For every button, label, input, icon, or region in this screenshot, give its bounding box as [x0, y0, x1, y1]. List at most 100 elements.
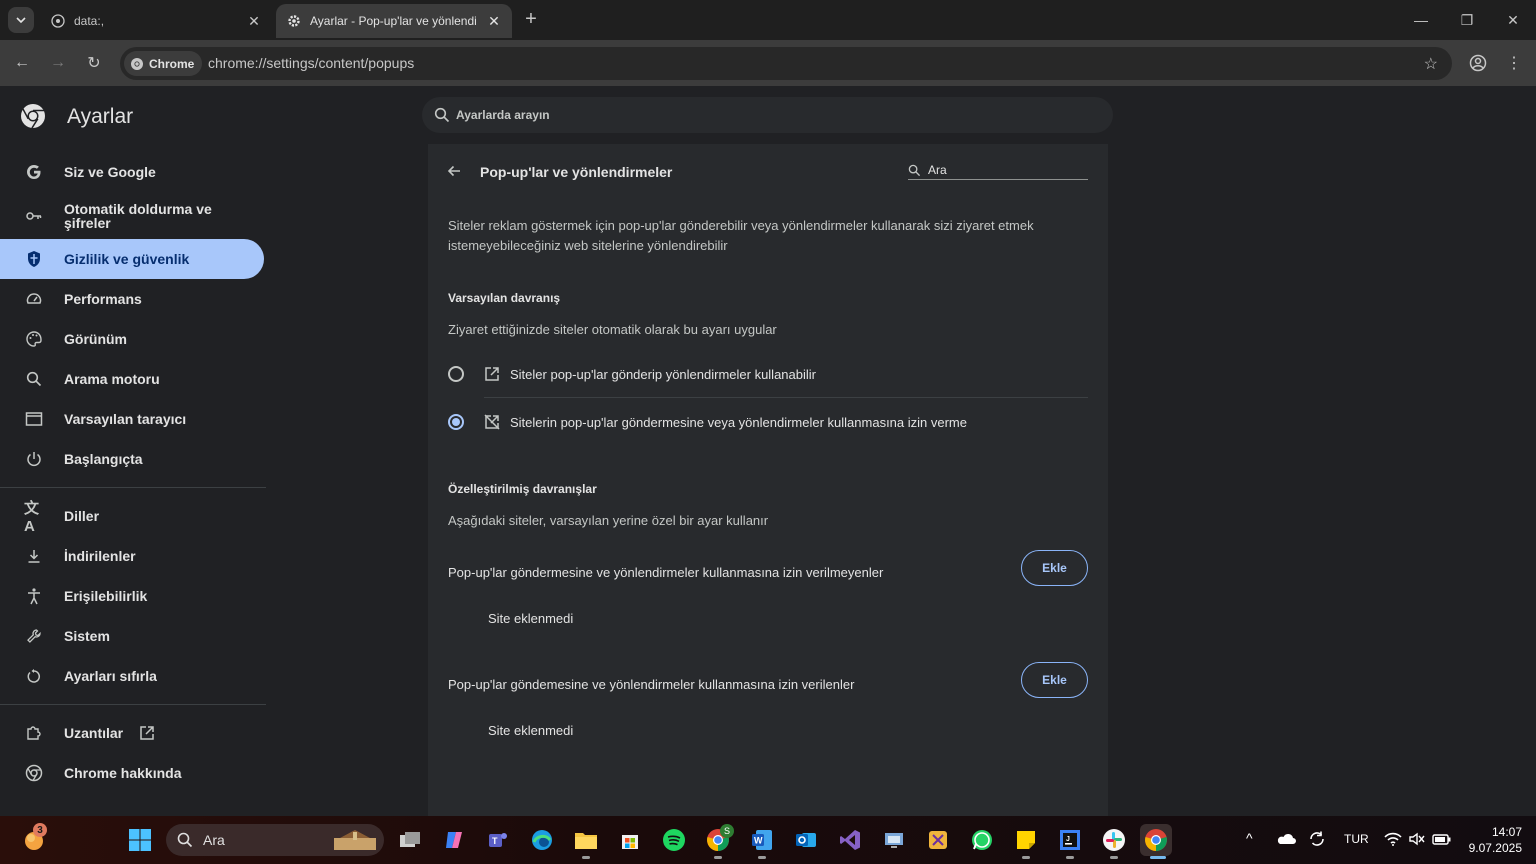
sync-icon[interactable] — [1308, 830, 1326, 853]
chevron-up-icon[interactable]: ^ — [1246, 830, 1253, 846]
sidebar-item-you-and-google[interactable]: Siz ve Google — [0, 152, 264, 192]
chrome-chip[interactable]: Chrome — [124, 51, 203, 76]
taskbar: 3 Ara T S W J ^ TUR 14:07 9.07.2025 — [0, 816, 1536, 864]
svg-text:W: W — [754, 836, 763, 846]
sidebar-item-languages[interactable]: 文A Diller — [0, 496, 264, 536]
battery-icon[interactable] — [1432, 831, 1452, 852]
subpage-search-input[interactable] — [928, 162, 1078, 178]
bookmark-star-icon[interactable]: ☆ — [1424, 54, 1438, 74]
start-windows-icon[interactable] — [124, 824, 156, 856]
sticky-notes-icon[interactable] — [1010, 824, 1042, 856]
file-explorer-icon[interactable] — [570, 824, 602, 856]
sidebar-item-label: Arama motoru — [64, 371, 160, 387]
tab-close-icon[interactable]: ✕ — [246, 13, 262, 29]
sidebar-item-appearance[interactable]: Görünüm — [0, 319, 264, 359]
taskbar-search[interactable]: Ara — [166, 824, 384, 856]
menu-kebab-icon[interactable]: ⋮ — [1502, 51, 1526, 75]
running-indicator — [714, 856, 722, 859]
volume-muted-icon[interactable] — [1408, 831, 1426, 852]
tab-strip: data:, ✕ Ayarlar - Pop-up'lar ve yönlend… — [0, 0, 1536, 40]
notification-badge: 3 — [33, 823, 47, 837]
copilot-icon[interactable] — [438, 824, 470, 856]
option-block-popups[interactable]: Sitelerin pop-up'lar göndermesine veya y… — [448, 402, 1088, 442]
sidebar-item-search-engine[interactable]: Arama motoru — [0, 359, 264, 399]
sidebar-item-accessibility[interactable]: Erişilebilirlik — [0, 576, 264, 616]
jetbrains-icon[interactable]: J — [1054, 824, 1086, 856]
tab-title: data:, — [74, 14, 105, 28]
task-view-icon[interactable] — [394, 824, 426, 856]
sidebar-item-label: İndirilenler — [64, 548, 136, 564]
svg-text:T: T — [492, 836, 498, 846]
tab-search-button[interactable] — [8, 7, 34, 33]
sidebar-item-label: Erişilebilirlik — [64, 588, 148, 604]
chrome-active-icon[interactable] — [1140, 824, 1172, 856]
sidebar-item-downloads[interactable]: İndirilenler — [0, 536, 264, 576]
settings-search-input[interactable] — [456, 106, 1056, 124]
sidebar-item-label: Chrome hakkında — [64, 765, 182, 781]
option-allow-popups[interactable]: Siteler pop-up'lar gönderip yönlendirmel… — [448, 354, 1088, 394]
puzzle-icon — [24, 723, 44, 743]
microsoft-store-icon[interactable] — [614, 824, 646, 856]
radio-allow[interactable] — [448, 366, 464, 382]
reset-icon — [24, 666, 44, 686]
tab-close-icon[interactable]: ✕ — [486, 13, 502, 29]
sidebar-item-performance[interactable]: Performans — [0, 279, 264, 319]
minimize-icon[interactable]: — — [1398, 0, 1444, 40]
sidebar-item-on-startup[interactable]: Başlangıçta — [0, 439, 264, 479]
subpage-search[interactable] — [908, 162, 1088, 180]
sidebar-item-default-browser[interactable]: Varsayılan tarayıcı — [0, 399, 264, 439]
sidebar-item-system[interactable]: Sistem — [0, 616, 264, 656]
onedrive-icon[interactable] — [1276, 831, 1296, 852]
running-indicator — [758, 856, 766, 859]
wifi-icon[interactable] — [1384, 831, 1402, 852]
outlook-icon[interactable] — [790, 824, 822, 856]
reload-icon[interactable]: ↻ — [82, 51, 106, 75]
visual-studio-icon[interactable] — [834, 824, 866, 856]
sidebar-item-about-chrome[interactable]: Chrome hakkında — [0, 753, 264, 793]
radio-block[interactable] — [448, 414, 464, 430]
tab-settings[interactable]: Ayarlar - Pop-up'lar ve yönlendi ✕ — [276, 4, 512, 38]
back-icon[interactable]: ← — [10, 51, 34, 75]
whatsapp-icon[interactable] — [966, 824, 998, 856]
back-arrow-icon[interactable] — [446, 163, 462, 179]
add-allowed-site-button[interactable]: Ekle — [1021, 662, 1088, 698]
close-window-icon[interactable]: ✕ — [1490, 0, 1536, 40]
download-icon — [24, 546, 44, 566]
browser-toolbar: ← → ↻ Chrome chrome://settings/content/p… — [0, 40, 1536, 86]
language-indicator[interactable]: TUR — [1344, 832, 1369, 846]
sidebar-item-extensions[interactable]: Uzantılar — [0, 713, 264, 753]
blocked-empty-text: Site eklenmedi — [488, 611, 574, 626]
new-tab-button[interactable]: + — [520, 8, 542, 30]
sidebar-item-reset[interactable]: Ayarları sıfırla — [0, 656, 264, 696]
option-label: Siteler pop-up'lar gönderip yönlendirmel… — [510, 366, 816, 382]
url-text[interactable]: chrome://settings/content/popups — [208, 55, 414, 71]
taskbar-search-label: Ara — [203, 832, 225, 848]
tab-data[interactable]: data:, ✕ — [40, 4, 272, 38]
remote-desktop-icon[interactable] — [878, 824, 910, 856]
clock[interactable]: 14:07 9.07.2025 — [1460, 824, 1522, 856]
spotify-icon[interactable] — [658, 824, 690, 856]
page-title: Ayarlar — [67, 105, 134, 128]
svg-text:J: J — [1066, 836, 1070, 843]
option-label: Sitelerin pop-up'lar göndermesine veya y… — [510, 414, 967, 430]
forward-icon[interactable]: → — [46, 51, 70, 75]
address-bar[interactable]: Chrome chrome://settings/content/popups … — [120, 47, 1452, 80]
snipping-tool-icon[interactable] — [922, 824, 954, 856]
restore-icon[interactable]: ❐ — [1444, 0, 1490, 40]
sidebar-item-label: Otomatik doldurma ve şifreler — [64, 201, 212, 231]
external-link-icon — [485, 367, 499, 381]
teams-icon[interactable]: T — [482, 824, 514, 856]
key-icon — [24, 206, 44, 226]
sidebar-item-privacy[interactable]: Gizlilik ve güvenlik — [0, 239, 264, 279]
settings-search[interactable] — [422, 97, 1113, 133]
edge-icon[interactable] — [526, 824, 558, 856]
search-icon — [434, 107, 450, 123]
sidebar-item-autofill[interactable]: Otomatik doldurma ve şifreler — [0, 196, 264, 236]
power-icon — [24, 449, 44, 469]
add-blocked-site-button[interactable]: Ekle — [1021, 550, 1088, 586]
profile-icon[interactable] — [1466, 51, 1490, 75]
word-icon[interactable]: W — [746, 824, 778, 856]
slack-icon[interactable] — [1098, 824, 1130, 856]
chrome-icon — [24, 763, 44, 783]
settings-header: Ayarlar — [0, 86, 1536, 144]
